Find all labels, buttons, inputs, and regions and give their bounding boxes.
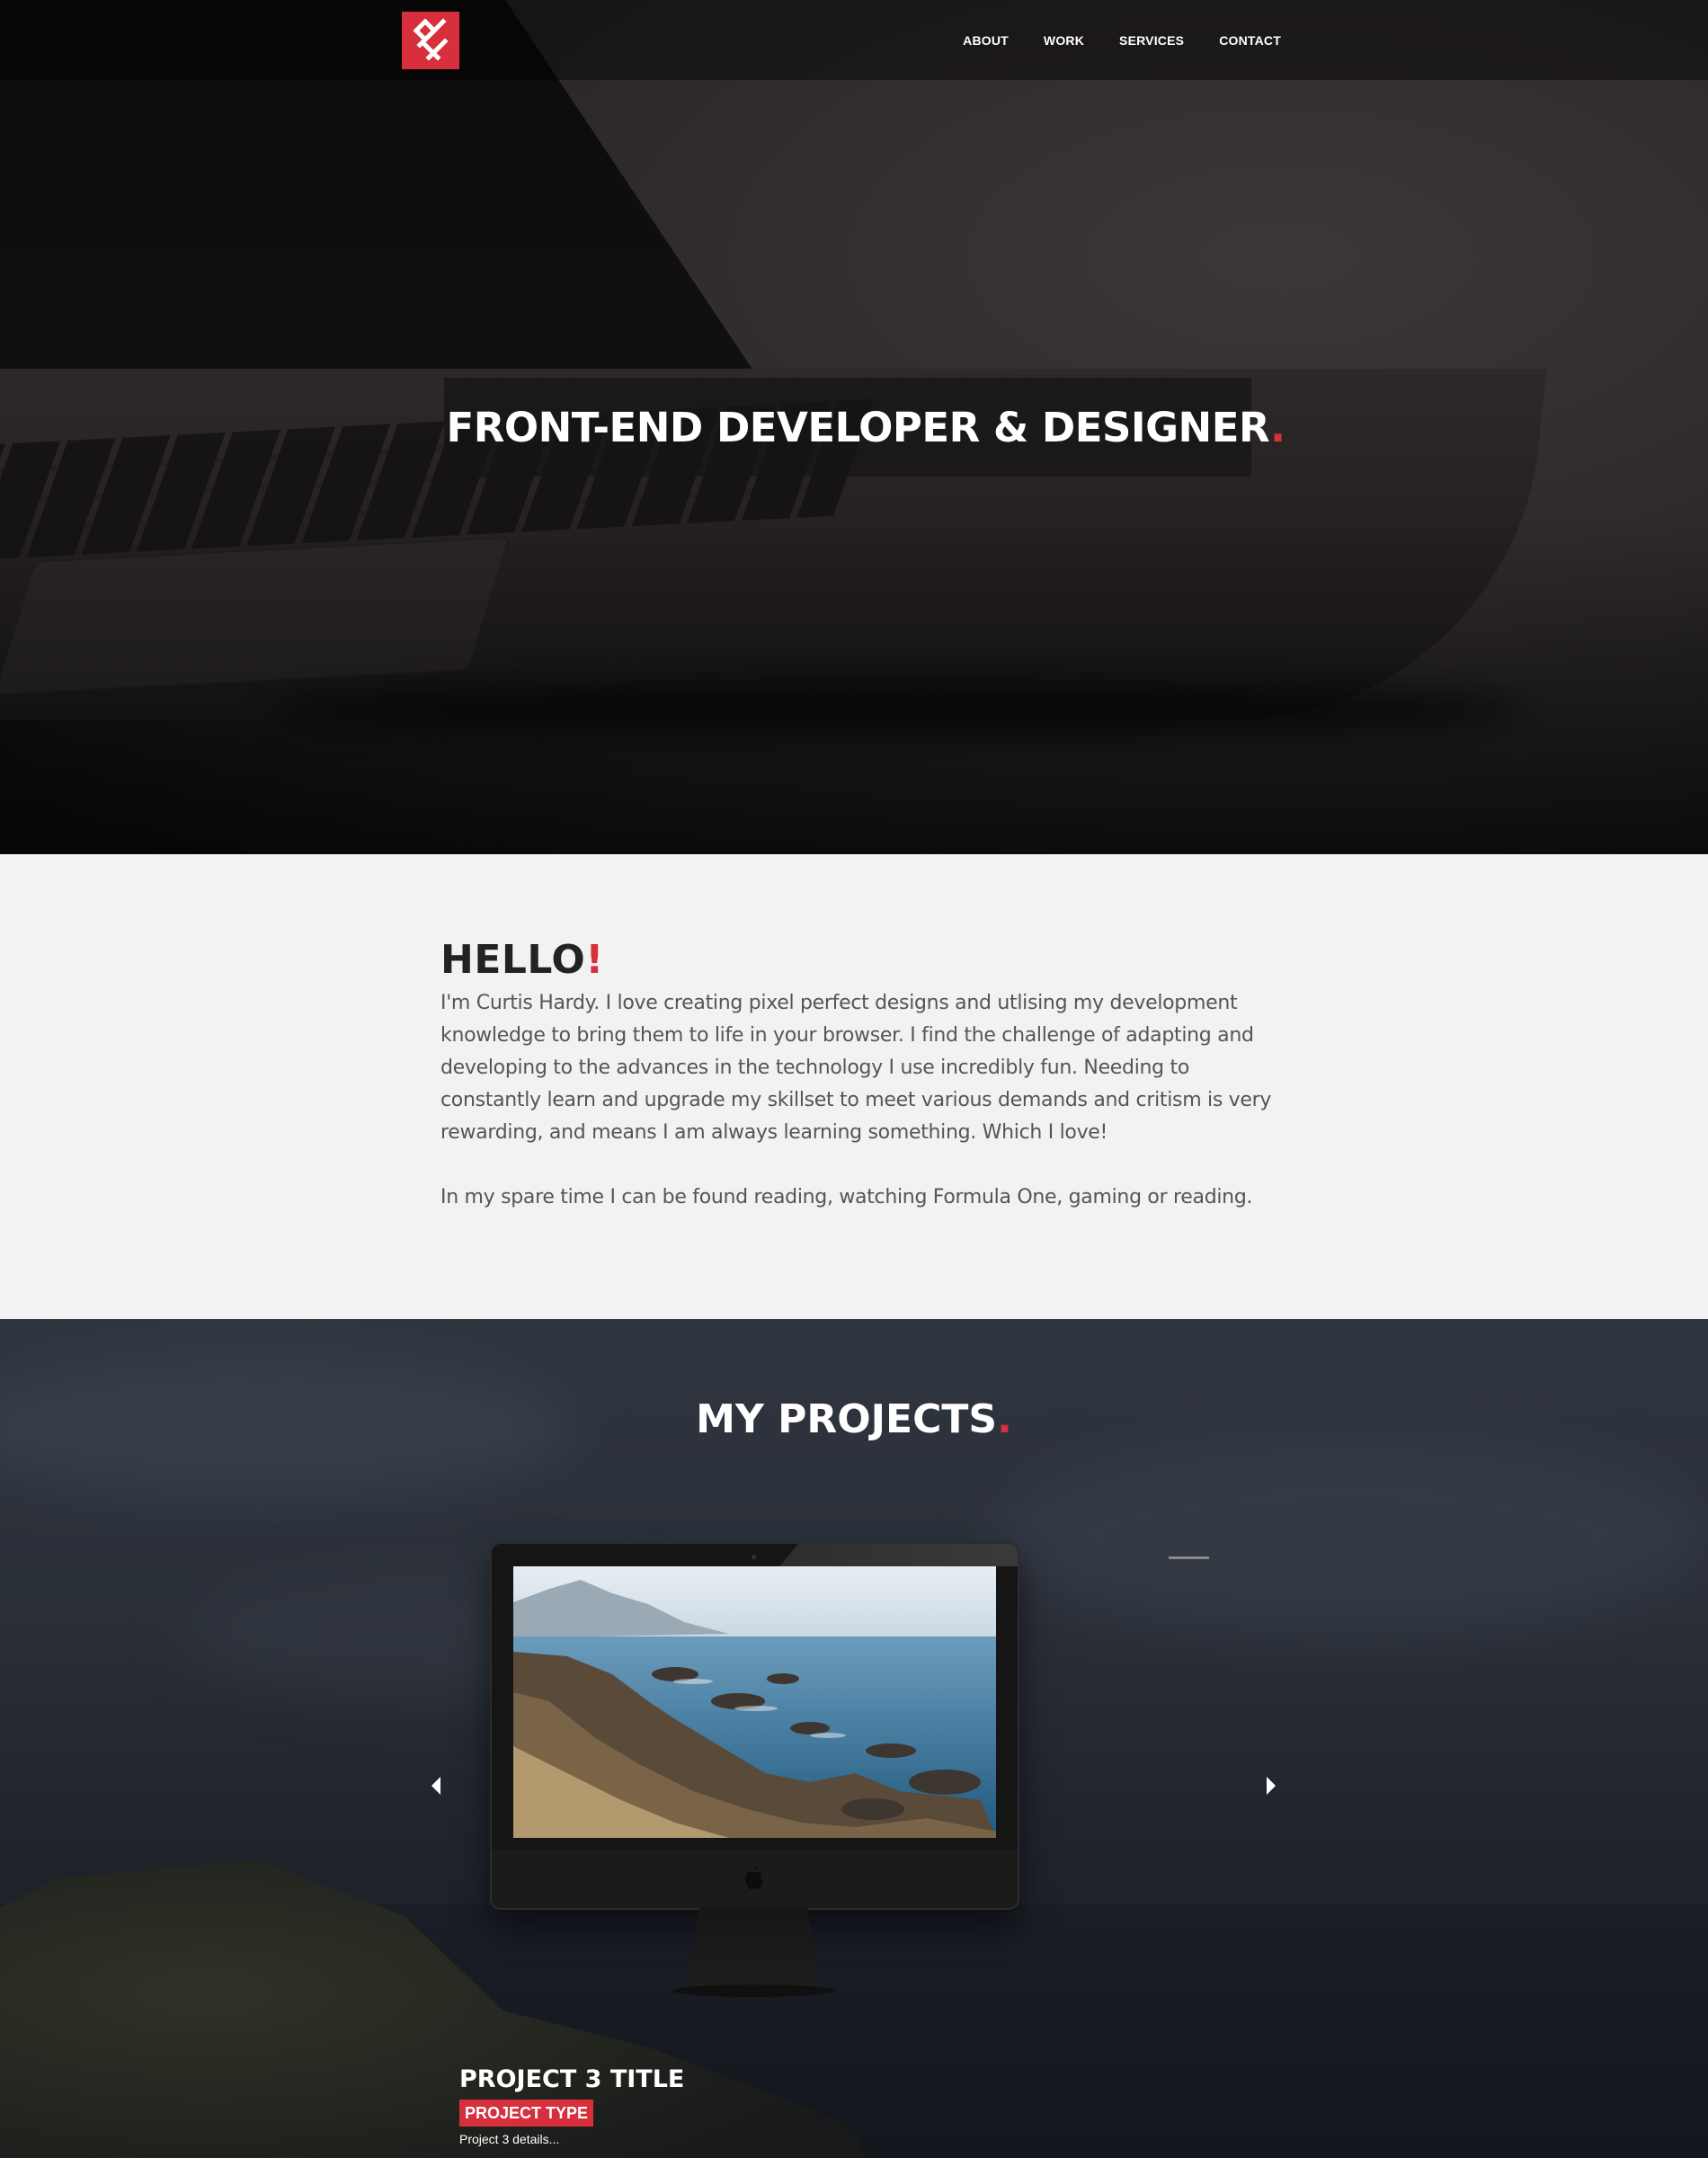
- projects-section: MY PROJECTS. PROJECT 3 TITLE PROJECT TYP…: [0, 1319, 1708, 2158]
- hero-section: ABOUT WORK SERVICES CONTACT FRONT-END DE…: [0, 0, 1708, 854]
- projects-heading-accent: .: [997, 1396, 1012, 1442]
- projects-heading: MY PROJECTS.: [0, 1396, 1708, 1442]
- project-type-badge: PROJECT TYPE: [459, 2100, 594, 2127]
- about-heading: HELLO!: [440, 933, 1277, 987]
- project-details: Project 3 details...: [459, 2132, 560, 2146]
- project-monitor-mockup: [492, 1544, 1018, 1908]
- project-info: PROJECT 3 TITLE PROJECT TYPE Project 3 d…: [459, 2064, 684, 2146]
- main-nav: ABOUT WORK SERVICES CONTACT: [928, 0, 1281, 80]
- monitor-glare: [779, 1544, 1018, 1566]
- about-paragraph: I'm Curtis Hardy. I love creating pixel …: [440, 992, 1272, 1144]
- logo[interactable]: [402, 12, 459, 69]
- monogram-logo-icon: [413, 18, 449, 61]
- about-heading-accent: !: [585, 937, 604, 983]
- about-paragraph: In my spare time I can be found reading,…: [440, 1186, 1253, 1208]
- monitor-chin: [492, 1850, 1018, 1908]
- background-cloud: [989, 1436, 1708, 1634]
- about-heading-text: HELLO: [440, 937, 586, 983]
- hero-title: FRONT-END DEVELOPER & DESIGNER.: [446, 404, 1285, 451]
- nav-work-link[interactable]: WORK: [1044, 33, 1084, 48]
- nav-services-link[interactable]: SERVICES: [1119, 33, 1184, 48]
- apple-icon: [745, 1866, 763, 1889]
- hero-title-text: FRONT-END DEVELOPER & DESIGNER: [446, 403, 1270, 451]
- projects-heading-text: MY PROJECTS: [696, 1396, 998, 1442]
- about-content: HELLO! I'm Curtis Hardy. I love creating…: [440, 933, 1277, 1214]
- project-screenshot[interactable]: [513, 1566, 996, 1838]
- carousel-indicator[interactable]: [1169, 1556, 1209, 1559]
- carousel-prev-arrow-icon[interactable]: [431, 1777, 440, 1795]
- about-section: HELLO! I'm Curtis Hardy. I love creating…: [0, 854, 1708, 1319]
- coastline-image: [513, 1566, 996, 1838]
- hero-title-box: FRONT-END DEVELOPER & DESIGNER.: [444, 378, 1285, 477]
- monitor-stand-foot: [672, 1984, 834, 1997]
- top-navigation-bar: ABOUT WORK SERVICES CONTACT: [0, 0, 1708, 80]
- nav-about-link[interactable]: ABOUT: [963, 33, 1009, 48]
- monitor-stand: [686, 1908, 821, 1989]
- hero-title-accent: .: [1269, 403, 1285, 451]
- carousel-next-arrow-icon[interactable]: [1267, 1777, 1276, 1795]
- nav-contact-link[interactable]: CONTACT: [1219, 33, 1281, 48]
- project-title: PROJECT 3 TITLE: [459, 2065, 685, 2093]
- monitor-camera: [752, 1555, 756, 1559]
